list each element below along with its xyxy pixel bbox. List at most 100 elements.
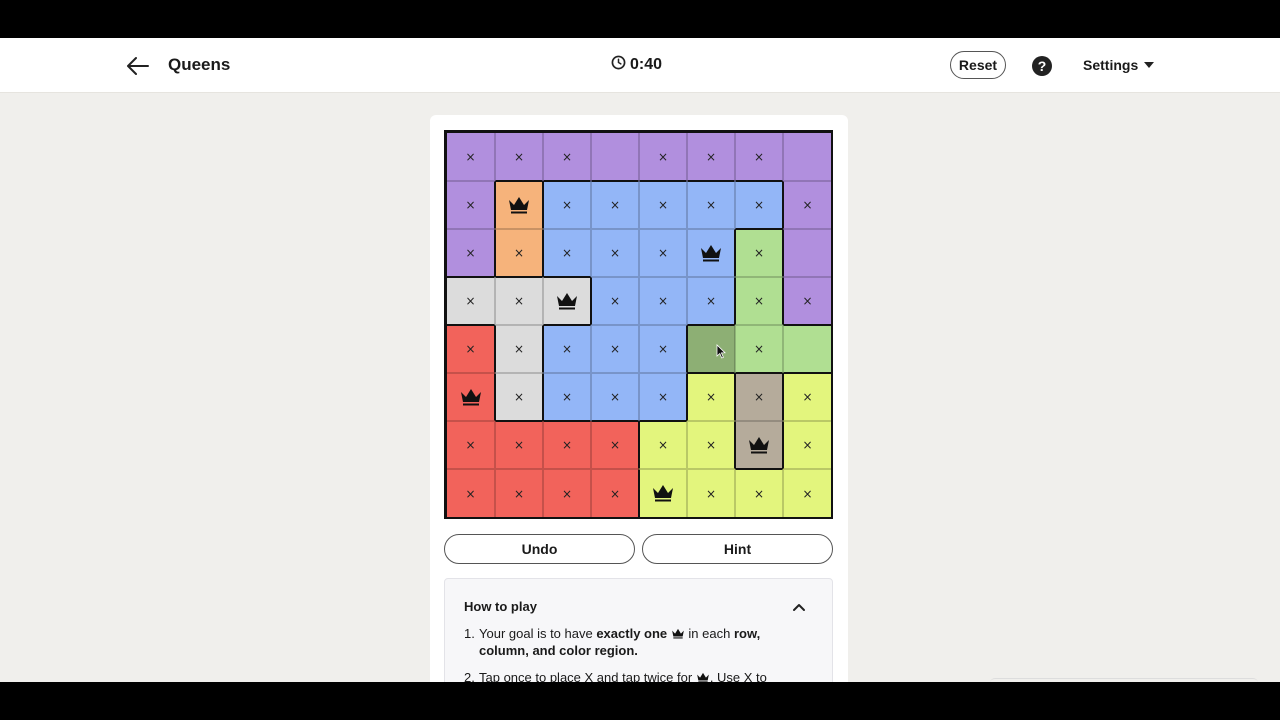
queen-crown-icon bbox=[747, 434, 771, 457]
board-cell-r3-c6[interactable] bbox=[687, 229, 735, 277]
board-cell-r5-c2[interactable]: × bbox=[495, 325, 543, 373]
board-cell-r3-c8[interactable] bbox=[783, 229, 831, 277]
x-mark-icon: × bbox=[753, 198, 765, 212]
board-cell-r6-c2[interactable]: × bbox=[495, 373, 543, 421]
board-cell-r5-c3[interactable]: × bbox=[543, 325, 591, 373]
board-cell-r3-c1[interactable]: × bbox=[447, 229, 495, 277]
undo-button[interactable]: Undo bbox=[444, 534, 635, 564]
x-mark-icon: × bbox=[465, 149, 476, 164]
settings-label: Settings bbox=[1083, 57, 1139, 73]
board-cell-r2-c6[interactable]: × bbox=[687, 181, 735, 229]
board-cell-r4-c3[interactable] bbox=[543, 277, 591, 325]
board-cell-r2-c7[interactable]: × bbox=[735, 181, 783, 229]
board-cell-r1-c7[interactable]: × bbox=[735, 133, 783, 181]
board-cell-r5-c4[interactable]: × bbox=[591, 325, 639, 373]
x-mark-icon: × bbox=[609, 294, 621, 308]
board-cell-r5-c8[interactable] bbox=[783, 325, 831, 373]
board-cell-r2-c2[interactable] bbox=[495, 181, 543, 229]
x-mark-icon: × bbox=[609, 486, 621, 501]
board-cell-r6-c3[interactable]: × bbox=[543, 373, 591, 421]
board-cell-r2-c5[interactable]: × bbox=[639, 181, 687, 229]
board-cell-r5-c5[interactable]: × bbox=[639, 325, 687, 373]
board-cell-r3-c2[interactable]: × bbox=[495, 229, 543, 277]
board-cell-r2-c3[interactable]: × bbox=[543, 181, 591, 229]
board-cell-r1-c8[interactable] bbox=[783, 133, 831, 181]
board-cell-r1-c6[interactable]: × bbox=[687, 133, 735, 181]
hint-button[interactable]: Hint bbox=[642, 534, 833, 564]
board-cell-r3-c7[interactable]: × bbox=[735, 229, 783, 277]
board-cell-r2-c1[interactable]: × bbox=[447, 181, 495, 229]
x-mark-icon: × bbox=[561, 198, 573, 212]
board-cell-r1-c4[interactable] bbox=[591, 133, 639, 181]
board-cell-r8-c6[interactable]: × bbox=[687, 469, 735, 517]
board-cell-r7-c4[interactable]: × bbox=[591, 421, 639, 469]
board-cell-r4-c1[interactable]: × bbox=[447, 277, 495, 325]
board-cell-r6-c7[interactable]: × bbox=[735, 373, 783, 421]
x-mark-icon: × bbox=[705, 149, 717, 164]
x-mark-icon: × bbox=[657, 438, 669, 452]
crown-icon bbox=[671, 626, 685, 639]
board-cell-r7-c1[interactable]: × bbox=[447, 421, 495, 469]
board-cell-r3-c4[interactable]: × bbox=[591, 229, 639, 277]
x-mark-icon: × bbox=[465, 294, 476, 308]
back-arrow-icon[interactable] bbox=[124, 53, 152, 79]
board-cell-r2-c4[interactable]: × bbox=[591, 181, 639, 229]
x-mark-icon: × bbox=[802, 390, 813, 404]
board-cell-r6-c6[interactable]: × bbox=[687, 373, 735, 421]
board-cell-r4-c4[interactable]: × bbox=[591, 277, 639, 325]
board-cell-r8-c3[interactable]: × bbox=[543, 469, 591, 517]
board-cell-r5-c6[interactable] bbox=[687, 325, 735, 373]
x-mark-icon: × bbox=[513, 486, 525, 501]
rule-1-number: 1. bbox=[464, 626, 475, 641]
board-cell-r8-c4[interactable]: × bbox=[591, 469, 639, 517]
board-cell-r8-c2[interactable]: × bbox=[495, 469, 543, 517]
rule-2-number: 2. bbox=[464, 670, 475, 682]
x-mark-icon: × bbox=[465, 198, 476, 212]
board-cell-r7-c3[interactable]: × bbox=[543, 421, 591, 469]
board-cell-r2-c8[interactable]: × bbox=[783, 181, 831, 229]
x-mark-icon: × bbox=[465, 246, 476, 260]
board-cell-r4-c2[interactable]: × bbox=[495, 277, 543, 325]
board-cell-r7-c5[interactable]: × bbox=[639, 421, 687, 469]
x-mark-icon: × bbox=[561, 438, 573, 452]
x-mark-icon: × bbox=[802, 198, 813, 212]
reset-button[interactable]: Reset bbox=[950, 51, 1006, 79]
board-cell-r1-c2[interactable]: × bbox=[495, 133, 543, 181]
board-cell-r1-c5[interactable]: × bbox=[639, 133, 687, 181]
board-cell-r6-c1[interactable] bbox=[447, 373, 495, 421]
x-mark-icon: × bbox=[609, 438, 621, 452]
board-cell-r6-c8[interactable]: × bbox=[783, 373, 831, 421]
board-cell-r1-c1[interactable]: × bbox=[447, 133, 495, 181]
board-cell-r7-c7[interactable] bbox=[735, 421, 783, 469]
board-cell-r7-c6[interactable]: × bbox=[687, 421, 735, 469]
board-cell-r8-c8[interactable]: × bbox=[783, 469, 831, 517]
board-cell-r6-c4[interactable]: × bbox=[591, 373, 639, 421]
letterbox-bottom bbox=[0, 682, 1280, 720]
board-cell-r5-c1[interactable]: × bbox=[447, 325, 495, 373]
x-mark-icon: × bbox=[705, 390, 717, 404]
settings-dropdown[interactable]: Settings bbox=[1083, 57, 1155, 73]
board-cell-r4-c7[interactable]: × bbox=[735, 277, 783, 325]
board-cell-r4-c6[interactable]: × bbox=[687, 277, 735, 325]
x-mark-icon: × bbox=[753, 342, 765, 356]
board-cell-r6-c5[interactable]: × bbox=[639, 373, 687, 421]
help-icon[interactable]: ? bbox=[1032, 56, 1052, 76]
board-cell-r5-c7[interactable]: × bbox=[735, 325, 783, 373]
board-cell-r4-c5[interactable]: × bbox=[639, 277, 687, 325]
board-cell-r3-c5[interactable]: × bbox=[639, 229, 687, 277]
x-mark-icon: × bbox=[753, 294, 765, 308]
board-cell-r7-c2[interactable]: × bbox=[495, 421, 543, 469]
x-mark-icon: × bbox=[802, 438, 813, 452]
board-cell-r8-c7[interactable]: × bbox=[735, 469, 783, 517]
queen-crown-icon bbox=[651, 482, 675, 505]
board-cell-r8-c1[interactable]: × bbox=[447, 469, 495, 517]
x-mark-icon: × bbox=[802, 294, 813, 308]
board-cell-r3-c3[interactable]: × bbox=[543, 229, 591, 277]
chevron-up-icon[interactable] bbox=[792, 599, 806, 611]
board-cell-r7-c8[interactable]: × bbox=[783, 421, 831, 469]
page-title: Queens bbox=[168, 55, 231, 74]
timer: 0:40 bbox=[611, 55, 662, 75]
board-cell-r8-c5[interactable] bbox=[639, 469, 687, 517]
board-cell-r1-c3[interactable]: × bbox=[543, 133, 591, 181]
board-cell-r4-c8[interactable]: × bbox=[783, 277, 831, 325]
